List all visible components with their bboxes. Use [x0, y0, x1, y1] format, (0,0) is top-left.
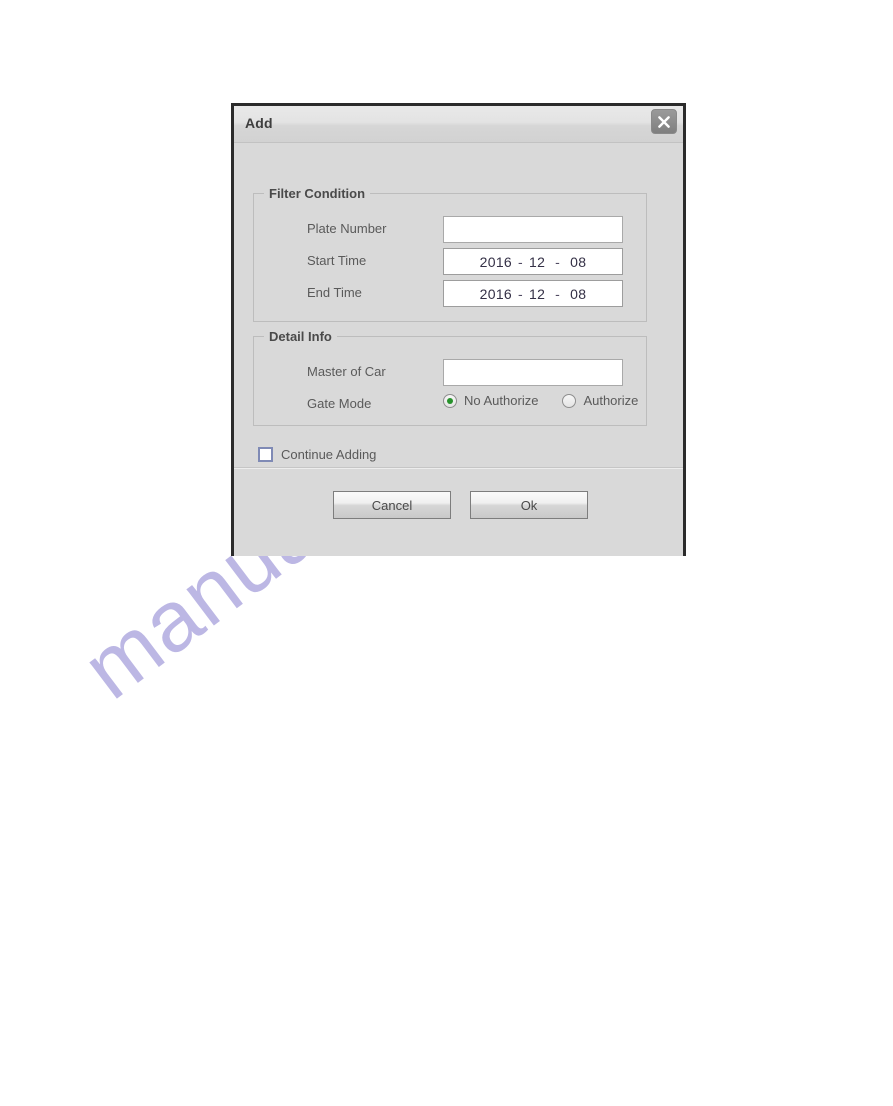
plate-number-row: Plate Number	[254, 216, 646, 244]
end-time-date-input[interactable]: 2016 - 12 - 08	[443, 280, 623, 307]
dialog-titlebar: Add	[234, 106, 683, 143]
start-time-month: 12	[528, 253, 546, 270]
master-of-car-label: Master of Car	[307, 364, 386, 379]
start-time-sep-1: -	[518, 253, 523, 270]
start-time-day: 08	[570, 253, 587, 270]
close-icon[interactable]	[651, 109, 677, 134]
radio-no-authorize-label: No Authorize	[464, 393, 539, 408]
start-time-sep-2: -	[555, 253, 561, 270]
dialog-footer: Cancel Ok	[234, 468, 683, 556]
end-time-year: 2016	[479, 285, 513, 302]
detail-info-legend: Detail Info	[264, 329, 337, 344]
filter-condition-group: Filter Condition Plate Number Start Time…	[253, 186, 647, 322]
end-time-row: End Time 2016 - 12 - 08	[254, 280, 646, 308]
end-time-month: 12	[528, 285, 546, 302]
plate-number-label: Plate Number	[307, 221, 387, 236]
master-of-car-input[interactable]	[443, 359, 623, 386]
start-time-date-input[interactable]: 2016 - 12 - 08	[443, 248, 623, 275]
dialog-body: Filter Condition Plate Number Start Time…	[234, 143, 683, 468]
start-time-row: Start Time 2016 - 12 - 08	[254, 248, 646, 276]
ok-button[interactable]: Ok	[470, 491, 588, 519]
end-time-sep-2: -	[555, 285, 561, 302]
master-of-car-row: Master of Car	[254, 359, 646, 387]
end-time-label: End Time	[307, 285, 362, 300]
start-time-label: Start Time	[307, 253, 367, 268]
end-time-sep-1: -	[518, 285, 523, 302]
filter-condition-legend: Filter Condition	[264, 186, 371, 201]
radio-authorize[interactable]	[562, 393, 577, 408]
continue-adding-checkbox[interactable]	[258, 447, 273, 462]
detail-info-group: Detail Info Master of Car Gate Mode No A…	[253, 329, 647, 426]
gate-mode-row: Gate Mode No Authorize Authorize	[254, 391, 646, 419]
cancel-button[interactable]: Cancel	[333, 491, 451, 519]
gate-mode-label: Gate Mode	[307, 396, 372, 411]
radio-no-authorize[interactable]	[443, 393, 457, 408]
gate-mode-radio-group: No Authorize Authorize	[443, 393, 638, 408]
plate-number-input[interactable]	[443, 216, 623, 243]
start-time-year: 2016	[479, 253, 513, 270]
add-dialog: Add Filter Condition Plate Number Start …	[231, 103, 686, 556]
dialog-title: Add	[245, 115, 273, 131]
end-time-day: 08	[570, 285, 587, 302]
radio-authorize-label: Authorize	[583, 393, 639, 408]
continue-adding-row: Continue Adding	[258, 447, 376, 462]
continue-adding-label: Continue Adding	[281, 447, 377, 462]
